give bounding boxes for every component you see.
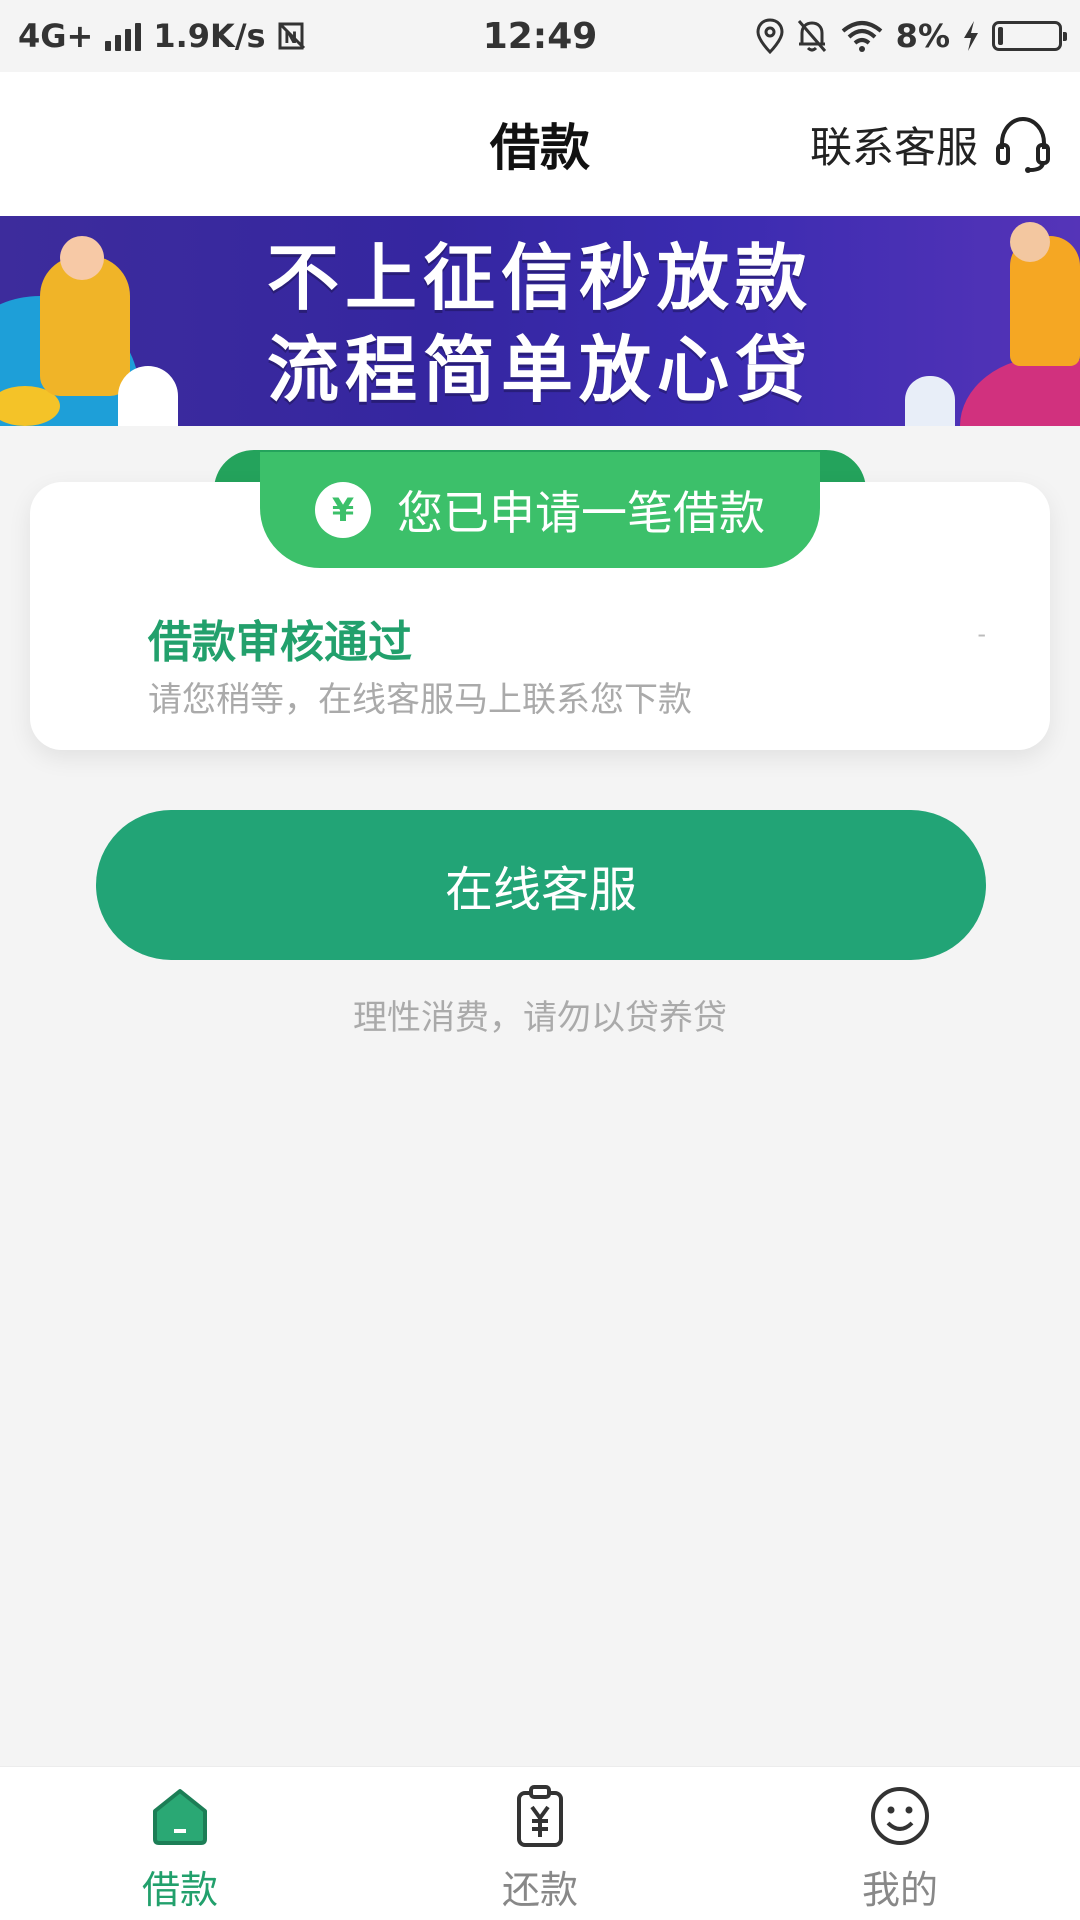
headset-icon (996, 116, 1050, 173)
applied-loan-pill: ¥ 您已申请一笔借款 (260, 452, 820, 568)
status-bar: 4G+ 1.9K/s N 12:49 8% (0, 0, 1080, 72)
repay-clipboard-icon (517, 1785, 563, 1847)
banner-text: 不上征信秒放款 流程简单放心贷 (0, 232, 1080, 416)
page-title: 借款 (490, 119, 590, 177)
screen: 4G+ 1.9K/s N 12:49 8% 借款 联系客服 不上征信秒放款 流程… (0, 0, 1080, 1920)
tab-borrow-label: 借款 (141, 1868, 218, 1912)
nfc-icon: N (278, 22, 305, 50)
responsible-borrowing-tip: 理性消费，请勿以贷养贷 (353, 998, 727, 1038)
nav-bar: 借款 联系客服 (0, 72, 1080, 216)
wifi-icon (841, 21, 882, 52)
contact-service-button[interactable]: 联系客服 (810, 112, 1054, 176)
status-dash: - (977, 620, 986, 648)
home-icon (153, 1789, 207, 1845)
battery-level (998, 27, 1003, 45)
network-type: 4G+ (18, 17, 94, 55)
tab-repay[interactable]: 还款 (360, 1767, 720, 1920)
battery-icon (992, 21, 1067, 51)
banner-line-2: 流程简单放心贷 (266, 328, 813, 412)
status-right: 8% (756, 17, 1067, 55)
smiley-icon (871, 1787, 929, 1845)
status-left: 4G+ 1.9K/s N (18, 17, 306, 55)
approval-status-title: 借款审核通过 (148, 617, 412, 668)
bottom-tab-bar: 借款 还款 我的 (0, 1766, 1080, 1920)
battery-percent: 8% (895, 17, 950, 55)
mute-bell-icon (797, 20, 826, 52)
online-service-button[interactable]: 在线客服 (96, 810, 986, 960)
location-icon (756, 18, 784, 54)
approval-status-subtitle: 请您稍等，在线客服马上联系您下款 (148, 680, 692, 720)
contact-service-label: 联系客服 (809, 122, 978, 172)
promo-banner[interactable]: 不上征信秒放款 流程简单放心贷 (0, 216, 1080, 426)
applied-loan-text: 您已申请一笔借款 (397, 486, 765, 540)
money-hand-icon: ¥ (315, 482, 371, 538)
tab-repay-label: 还款 (501, 1868, 578, 1912)
charging-icon (964, 21, 978, 51)
tab-mine[interactable]: 我的 (720, 1767, 1080, 1920)
tab-mine-label: 我的 (861, 1868, 938, 1912)
signal-icon (105, 21, 142, 51)
network-speed: 1.9K/s (153, 17, 266, 55)
tab-borrow[interactable]: 借款 (0, 1767, 360, 1920)
banner-line-1: 不上征信秒放款 (266, 236, 813, 320)
